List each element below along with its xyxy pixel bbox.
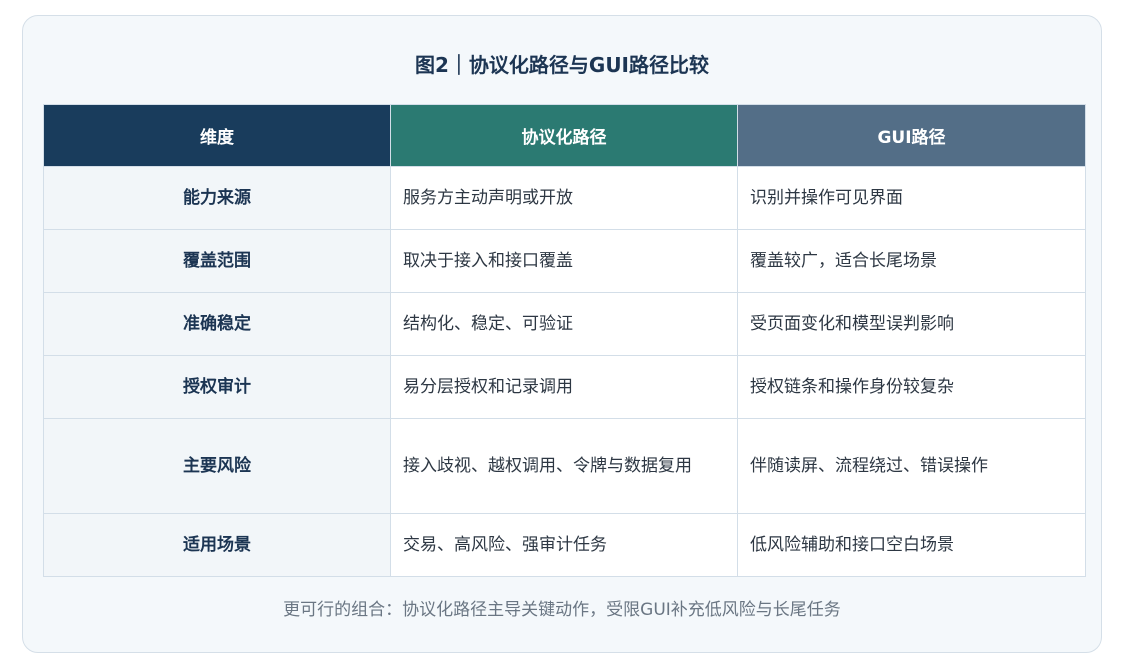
table-row: 授权审计 易分层授权和记录调用 授权链条和操作身份较复杂	[43, 355, 1086, 419]
header-protocol-path: 协议化路径	[390, 104, 738, 167]
protocol-path-cell: 服务方主动声明或开放	[390, 166, 738, 230]
protocol-path-cell: 易分层授权和记录调用	[390, 355, 738, 419]
table-row: 覆盖范围 取决于接入和接口覆盖 覆盖较广，适合长尾场景	[43, 229, 1086, 293]
gui-path-cell: 受页面变化和模型误判影响	[737, 292, 1086, 356]
gui-path-cell: 授权链条和操作身份较复杂	[737, 355, 1086, 419]
gui-path-cell: 覆盖较广，适合长尾场景	[737, 229, 1086, 293]
table-header-row: 维度 协议化路径 GUI路径	[43, 104, 1086, 167]
row-dimension-cell: 覆盖范围	[43, 229, 391, 293]
table-row: 主要风险 接入歧视、越权调用、令牌与数据复用 伴随读屏、流程绕过、错误操作	[43, 418, 1086, 514]
protocol-path-cell: 接入歧视、越权调用、令牌与数据复用	[390, 418, 738, 514]
protocol-path-cell: 交易、高风险、强审计任务	[390, 513, 738, 577]
gui-path-cell: 伴随读屏、流程绕过、错误操作	[737, 418, 1086, 514]
header-dimension: 维度	[43, 104, 391, 167]
figure-card: 图2｜协议化路径与GUI路径比较 维度 协议化路径 GUI路径 能力来源 服务方…	[22, 15, 1102, 653]
gui-path-cell: 识别并操作可见界面	[737, 166, 1086, 230]
table-row: 能力来源 服务方主动声明或开放 识别并操作可见界面	[43, 166, 1086, 230]
row-dimension-cell: 能力来源	[43, 166, 391, 230]
row-dimension-cell: 授权审计	[43, 355, 391, 419]
gui-path-cell: 低风险辅助和接口空白场景	[737, 513, 1086, 577]
row-dimension-cell: 主要风险	[43, 418, 391, 514]
header-gui-path: GUI路径	[737, 104, 1086, 167]
table-row: 准确稳定 结构化、稳定、可验证 受页面变化和模型误判影响	[43, 292, 1086, 356]
table-row: 适用场景 交易、高风险、强审计任务 低风险辅助和接口空白场景	[43, 513, 1086, 577]
row-dimension-cell: 适用场景	[43, 513, 391, 577]
row-dimension-cell: 准确稳定	[43, 292, 391, 356]
comparison-table: 维度 协议化路径 GUI路径 能力来源 服务方主动声明或开放 识别并操作可见界面…	[43, 104, 1086, 577]
figure-note: 更可行的组合：协议化路径主导关键动作，受限GUI补充低风险与长尾任务	[283, 600, 841, 620]
protocol-path-cell: 取决于接入和接口覆盖	[390, 229, 738, 293]
figure-title: 图2｜协议化路径与GUI路径比较	[414, 53, 709, 77]
protocol-path-cell: 结构化、稳定、可验证	[390, 292, 738, 356]
